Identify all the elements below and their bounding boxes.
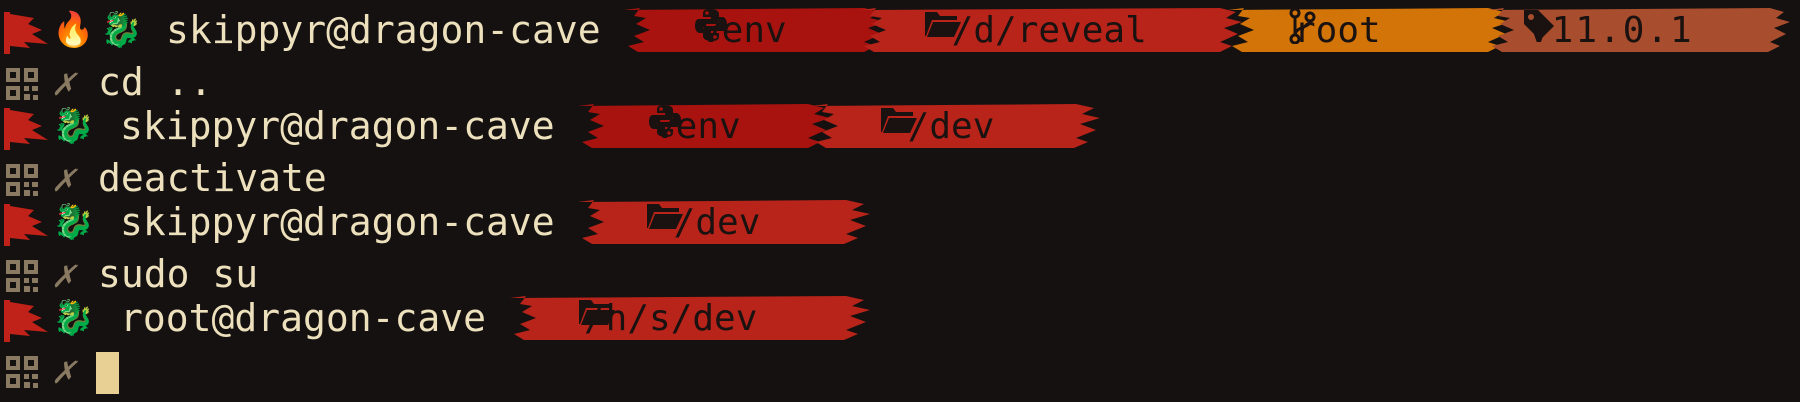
command-line: ✗ cd .. <box>0 58 1800 106</box>
fire-icon: 🔥 <box>52 10 95 50</box>
status-symbol: ✗ <box>52 348 75 392</box>
flag-icon <box>4 12 48 54</box>
flag-icon <box>4 300 48 342</box>
prompt-line: 🔥 🐉 skippyr@dragon-cave venv ~/d/reveal … <box>0 6 1800 54</box>
command-input-line[interactable]: ✗ <box>0 346 1800 394</box>
user-host: skippyr@dragon-cave <box>120 200 555 244</box>
flag-icon <box>4 108 48 150</box>
qr-icon <box>6 164 38 196</box>
user-host: skippyr@dragon-cave <box>166 8 601 52</box>
dragon-icon: 🐉 <box>52 202 95 242</box>
prompt-line: 🐉 skippyr@dragon-cave venv ~/dev <box>0 102 1800 150</box>
command-line: ✗ deactivate <box>0 154 1800 202</box>
terminal-window[interactable]: 🔥 🐉 skippyr@dragon-cave venv ~/d/reveal … <box>0 0 1800 402</box>
command-line: ✗ sudo su <box>0 250 1800 298</box>
text-cursor <box>96 352 119 394</box>
segment-label: ~/d/reveal <box>930 9 1147 51</box>
segment-directory: ~/d/reveal <box>860 8 1250 52</box>
command-text: deactivate <box>98 156 327 200</box>
qr-icon <box>6 260 38 292</box>
command-text: sudo su <box>98 252 259 296</box>
dragon-icon: 🐉 <box>52 298 95 338</box>
qr-icon <box>6 68 38 100</box>
user-host: skippyr@dragon-cave <box>120 104 555 148</box>
segment-directory: /h/s/dev <box>510 296 880 340</box>
segment-directory: ~/dev <box>812 104 1108 148</box>
prompt-line: 🐉 root@dragon-cave /h/s/dev <box>0 294 1800 342</box>
segment-venv: venv <box>578 104 838 148</box>
dragon-icon: 🐉 <box>100 10 143 50</box>
segment-directory: ~/dev <box>578 200 880 244</box>
status-symbol: ✗ <box>52 252 75 296</box>
status-symbol: ✗ <box>52 156 75 200</box>
status-symbol: ✗ <box>52 60 75 104</box>
user-host: root@dragon-cave <box>120 296 487 340</box>
dragon-icon: 🐉 <box>52 106 95 146</box>
segment-tag: v11.0.1 <box>1488 8 1794 52</box>
flag-icon <box>4 204 48 246</box>
command-text: cd .. <box>98 60 213 104</box>
segment-venv: venv <box>624 8 894 52</box>
segment-git-branch: root <box>1228 8 1518 52</box>
prompt-line: 🐉 skippyr@dragon-cave ~/dev <box>0 198 1800 246</box>
qr-icon <box>6 356 38 388</box>
